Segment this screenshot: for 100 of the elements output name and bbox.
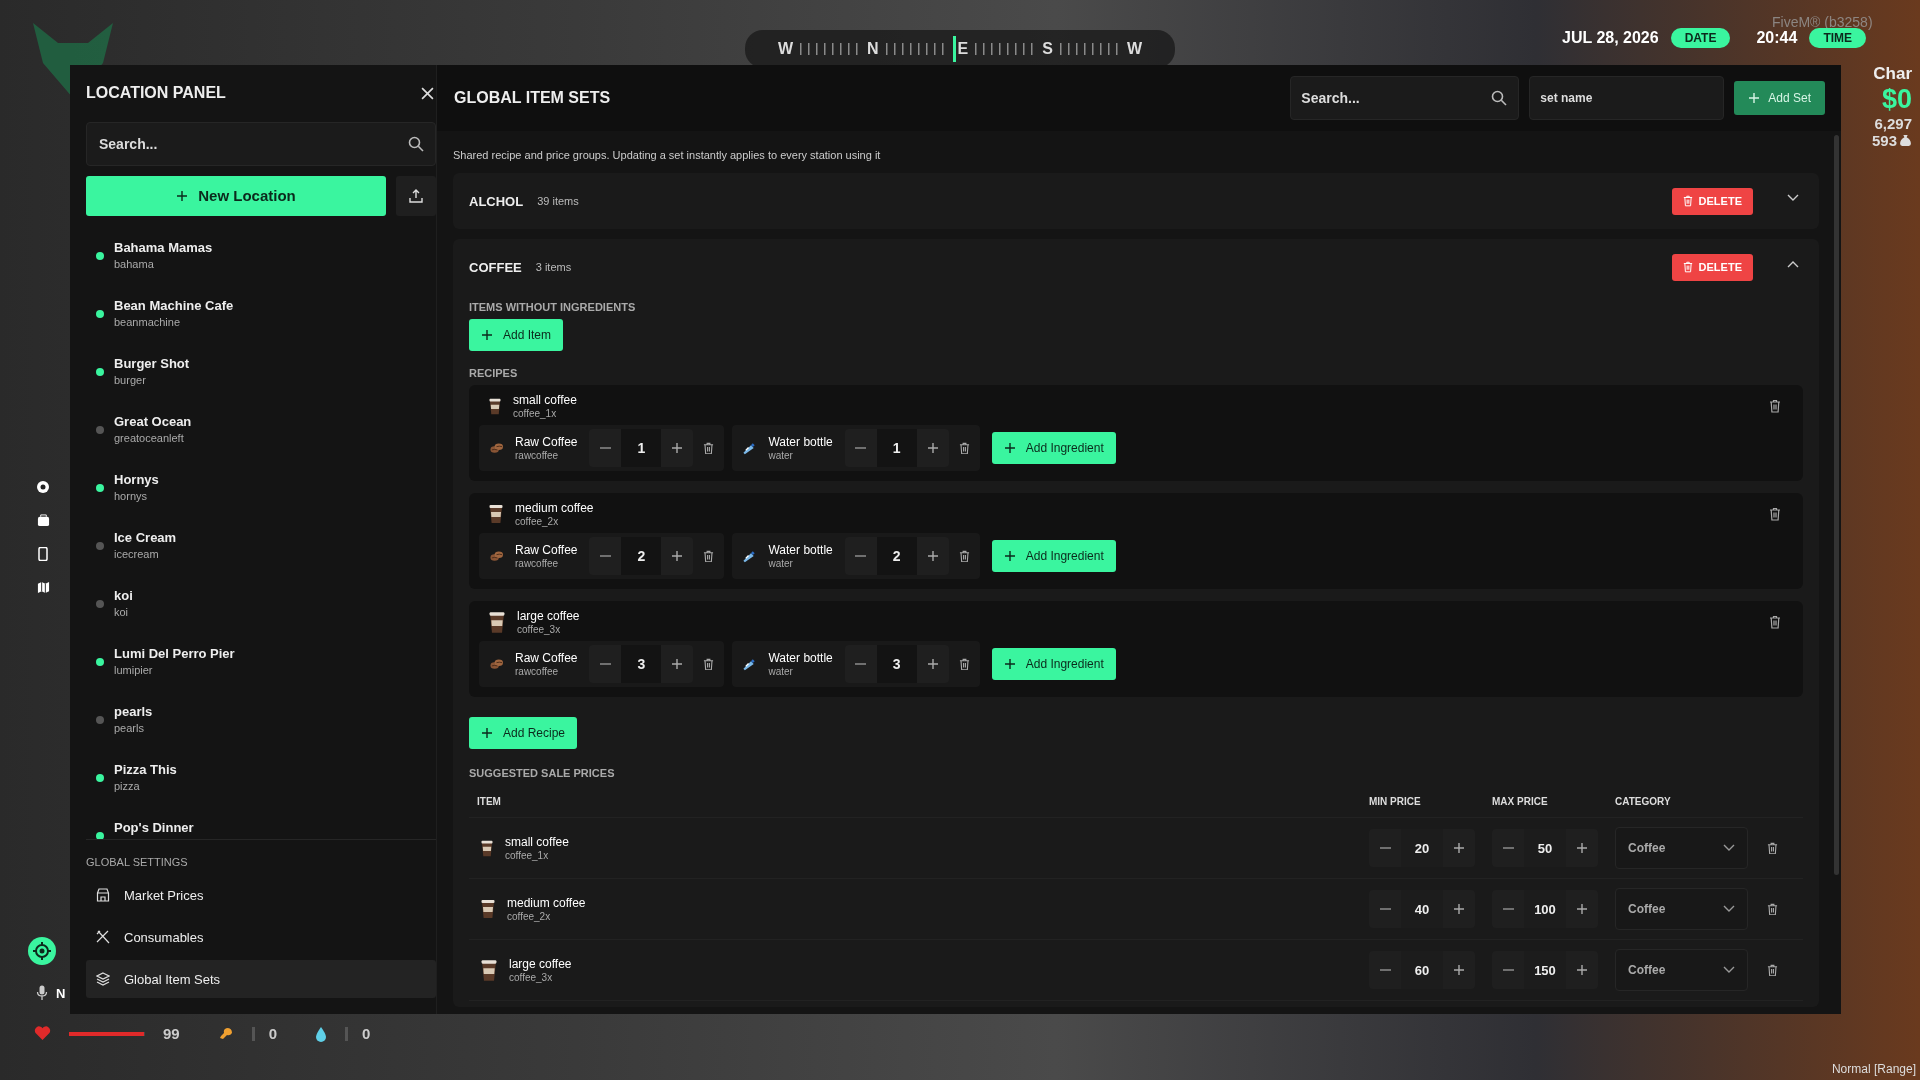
plus-icon xyxy=(1453,842,1465,854)
set-name: ALCHOL xyxy=(469,193,524,209)
panel-title: LOCATION PANEL xyxy=(86,84,226,103)
set-name: COFFEE xyxy=(469,259,522,275)
location-code: koi xyxy=(114,605,130,618)
trash-icon xyxy=(958,441,970,455)
location-code: lumipier xyxy=(114,663,154,676)
search-field[interactable]: Search... xyxy=(86,121,436,166)
location-item[interactable]: Bahama Mamas bahama xyxy=(86,239,436,298)
location-name: Great Ocean xyxy=(114,413,192,429)
location-code: greatoceanleft xyxy=(114,431,185,444)
ingredient-name: Raw Coffee xyxy=(515,435,578,449)
minus-icon xyxy=(600,447,611,449)
coffee-cup-icon xyxy=(489,397,501,415)
location-item[interactable]: Pop's Dinner xyxy=(86,819,436,839)
location-item[interactable]: pearls pearls xyxy=(86,703,436,762)
add-set-button[interactable]: Add Set xyxy=(1734,81,1825,115)
date-text: JUL 28, 2026 xyxy=(1562,29,1659,47)
quantity-value: 3 xyxy=(621,645,662,683)
ingredient-code: water xyxy=(768,666,794,677)
delete-recipe-button[interactable] xyxy=(1767,613,1783,631)
bag-icon[interactable] xyxy=(36,514,50,527)
add-item-button[interactable]: Add Item xyxy=(469,319,564,351)
coffee-beans-icon xyxy=(489,441,504,455)
minus-icon xyxy=(1379,969,1391,971)
health-value: 99 xyxy=(163,1025,180,1042)
delete-button[interactable]: DELETE xyxy=(1671,187,1753,215)
coffee-cup-icon xyxy=(481,899,495,919)
column-header: CATEGORY xyxy=(1615,795,1672,807)
ingredient-name: Water bottle xyxy=(768,435,833,449)
compass-letter: S xyxy=(1042,40,1053,58)
map-icon[interactable] xyxy=(36,581,50,594)
utensils-crossed-icon xyxy=(96,930,110,944)
settings-menu-item[interactable]: Market Prices xyxy=(86,876,436,914)
upload-button[interactable] xyxy=(396,175,436,216)
chevron-up-icon xyxy=(1787,260,1799,268)
column-header: MIN PRICE xyxy=(1369,795,1422,807)
microphone-icon xyxy=(36,985,48,1001)
add-ingredient-button[interactable]: Add Ingredient xyxy=(991,432,1116,464)
settings-menu-item[interactable]: Consumables xyxy=(86,918,436,956)
search-field[interactable]: Search... xyxy=(1290,76,1520,120)
minus-icon xyxy=(855,555,867,557)
category-select[interactable]: Coffee xyxy=(1615,949,1748,991)
search-icon xyxy=(408,135,424,152)
coins-amount: 593 xyxy=(1871,132,1897,149)
record-icon[interactable] xyxy=(36,480,50,494)
ingredient-code: rawcoffee xyxy=(515,558,560,569)
chevron-down-icon xyxy=(1723,844,1735,852)
heading-marker xyxy=(952,36,956,62)
plus-icon xyxy=(926,442,939,454)
settings-menu-item[interactable]: Global Item Sets xyxy=(86,960,436,998)
location-item[interactable]: Great Ocean greatoceanleft xyxy=(86,413,436,472)
minus-icon xyxy=(1502,908,1514,910)
location-item[interactable]: Bean Machine Cafe beanmachine xyxy=(86,297,436,356)
thirst-value: 0 xyxy=(362,1025,371,1042)
delete-button[interactable]: DELETE xyxy=(1671,253,1753,281)
quantity-value: 1 xyxy=(876,429,917,467)
plus-icon xyxy=(671,442,684,454)
delete-recipe-button[interactable] xyxy=(1767,505,1783,523)
location-name: Ice Cream xyxy=(114,529,177,545)
chevron-down-icon xyxy=(1723,905,1735,913)
ingredient-code: rawcoffee xyxy=(515,450,560,461)
trash-icon xyxy=(1682,261,1693,273)
location-item[interactable]: Lumi Del Perro Pier lumipier xyxy=(86,645,436,704)
trash-icon xyxy=(703,549,715,563)
recipe-code: coffee_3x xyxy=(517,624,562,635)
trash-icon xyxy=(1769,507,1781,521)
quantity-value: 3 xyxy=(876,645,917,683)
coffee-beans-icon xyxy=(489,549,504,563)
item-name: medium coffee xyxy=(507,896,586,910)
delete-recipe-button[interactable] xyxy=(1767,397,1783,415)
item-count: 3 items xyxy=(535,261,572,273)
compass-letter: W xyxy=(1126,40,1143,58)
compass-letter: W xyxy=(777,40,794,58)
plus-icon xyxy=(1453,903,1465,915)
quantity-value: 2 xyxy=(621,537,662,575)
ingredient-name: Water bottle xyxy=(768,543,833,557)
new-location-button[interactable]: New Location xyxy=(86,175,386,216)
trash-icon xyxy=(703,441,715,455)
location-name: Hornys xyxy=(114,471,159,487)
location-item[interactable]: Burger Shot burger xyxy=(86,355,436,414)
plus-icon xyxy=(176,189,189,202)
plus-icon xyxy=(1453,964,1465,976)
add-ingredient-button[interactable]: Add Ingredient xyxy=(991,648,1116,680)
location-name: Burger Shot xyxy=(114,355,190,371)
add-ingredient-button[interactable]: Add Ingredient xyxy=(991,540,1116,572)
location-code: hornys xyxy=(114,489,149,502)
location-item[interactable]: koi koi xyxy=(86,587,436,646)
phone-icon[interactable] xyxy=(38,547,48,561)
location-item[interactable]: Ice Cream icecream xyxy=(86,529,436,588)
coffee-cup-icon xyxy=(489,504,503,524)
category-select[interactable]: Coffee xyxy=(1615,827,1748,869)
set-name-field[interactable]: set name xyxy=(1529,76,1725,120)
location-item[interactable]: Pizza This pizza xyxy=(86,761,436,820)
category-select[interactable]: Coffee xyxy=(1615,888,1748,930)
trash-icon xyxy=(958,657,970,671)
coffee-cup-icon xyxy=(481,839,493,857)
section-heading: GLOBAL SETTINGS xyxy=(86,856,189,868)
add-recipe-button[interactable]: Add Recipe xyxy=(469,717,578,749)
location-item[interactable]: Hornys hornys xyxy=(86,471,436,530)
